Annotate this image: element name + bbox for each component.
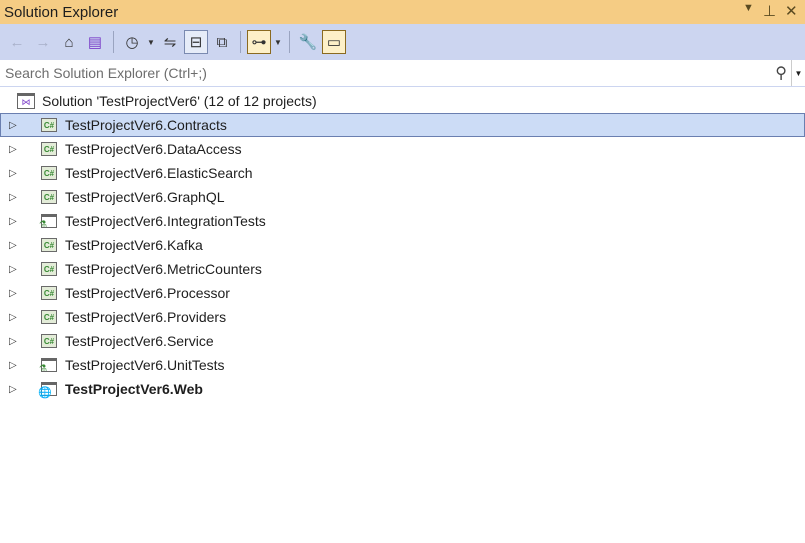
project-label: TestProjectVer6.Processor: [65, 285, 230, 301]
search-icon[interactable]: ⚲: [775, 63, 787, 83]
expand-arrow-icon[interactable]: ▷: [9, 288, 23, 299]
solution-tree: ⋈ Solution 'TestProjectVer6' (12 of 12 p…: [0, 87, 805, 401]
project-node[interactable]: ▷ C# TestProjectVer6.ElasticSearch: [0, 161, 805, 185]
preview-selected-items-button[interactable]: ▭: [322, 30, 346, 54]
project-label: TestProjectVer6.DataAccess: [65, 141, 242, 157]
test-project-icon: ⚗: [39, 213, 58, 229]
separator: [113, 31, 114, 53]
project-node[interactable]: ▷ 🌐 TestProjectVer6.Web: [0, 377, 805, 401]
search-input[interactable]: [0, 65, 760, 81]
expand-arrow-icon[interactable]: ▷: [9, 144, 23, 155]
title-bar: Solution Explorer ▼ ⊥ ✕: [0, 0, 805, 24]
csharp-project-icon: C#: [40, 285, 58, 301]
project-node[interactable]: ▷ C# TestProjectVer6.GraphQL: [0, 185, 805, 209]
project-node[interactable]: ▷ C# TestProjectVer6.DataAccess: [0, 137, 805, 161]
toolbar: ← → ⌂ ▤ ◷ ▼ ⇋ ⊟ ⧉ ⊶ ▼ 🔧 ▭: [0, 24, 805, 60]
back-button[interactable]: ←: [5, 30, 29, 54]
chevron-down-icon[interactable]: ▼: [273, 38, 283, 47]
solution-icon: ⋈: [17, 93, 35, 109]
project-node[interactable]: ▷ C# TestProjectVer6.MetricCounters: [0, 257, 805, 281]
project-label: TestProjectVer6.ElasticSearch: [65, 165, 253, 181]
project-label: TestProjectVer6.IntegrationTests: [65, 213, 266, 229]
project-node[interactable]: ▷ C# TestProjectVer6.Providers: [0, 305, 805, 329]
separator: [240, 31, 241, 53]
expand-arrow-icon[interactable]: ▷: [9, 120, 23, 131]
project-label: TestProjectVer6.UnitTests: [65, 357, 225, 373]
forward-button[interactable]: →: [31, 30, 55, 54]
project-label: TestProjectVer6.Service: [65, 333, 214, 349]
class-view-button[interactable]: ⊶: [247, 30, 271, 54]
solution-label: Solution 'TestProjectVer6' (12 of 12 pro…: [42, 93, 317, 109]
expand-arrow-icon[interactable]: ▷: [9, 336, 23, 347]
csharp-project-icon: C#: [40, 189, 58, 205]
search-options-dropdown[interactable]: ▼: [791, 60, 805, 86]
home-button[interactable]: ⌂: [57, 30, 81, 54]
panel-title: Solution Explorer: [4, 3, 119, 21]
web-project-icon: 🌐: [38, 381, 58, 399]
close-icon[interactable]: ✕: [785, 2, 798, 20]
chevron-down-icon[interactable]: ▼: [146, 38, 156, 47]
project-label: TestProjectVer6.Contracts: [65, 117, 227, 133]
solution-node[interactable]: ⋈ Solution 'TestProjectVer6' (12 of 12 p…: [0, 89, 805, 113]
csharp-project-icon: C#: [40, 261, 58, 277]
project-label: TestProjectVer6.MetricCounters: [65, 261, 262, 277]
csharp-project-icon: C#: [40, 309, 58, 325]
csharp-project-icon: C#: [40, 333, 58, 349]
project-label: TestProjectVer6.GraphQL: [65, 189, 225, 205]
properties-button[interactable]: 🔧: [296, 30, 320, 54]
project-node[interactable]: ▷ C# TestProjectVer6.Processor: [0, 281, 805, 305]
csharp-project-icon: C#: [40, 237, 58, 253]
expand-arrow-icon[interactable]: ▷: [9, 360, 23, 371]
project-node[interactable]: ▷ ⚗ TestProjectVer6.UnitTests: [0, 353, 805, 377]
collapse-all-button[interactable]: ⊟: [184, 30, 208, 54]
expand-arrow-icon[interactable]: ▷: [9, 312, 23, 323]
expand-arrow-icon[interactable]: ▷: [9, 264, 23, 275]
project-label: TestProjectVer6.Providers: [65, 309, 227, 325]
search-box: ⚲ ▼: [0, 60, 805, 87]
window-dropdown-icon[interactable]: ▼: [743, 2, 754, 14]
expand-arrow-icon[interactable]: ▷: [9, 240, 23, 251]
test-project-icon: ⚗: [39, 357, 58, 373]
separator: [289, 31, 290, 53]
pending-changes-filter-button[interactable]: ◷: [120, 30, 144, 54]
switch-views-button[interactable]: ▤: [83, 30, 107, 54]
csharp-project-icon: C#: [40, 165, 58, 181]
pin-icon[interactable]: ⊥: [763, 2, 776, 20]
expand-arrow-icon[interactable]: ▷: [9, 216, 23, 227]
csharp-project-icon: C#: [40, 141, 58, 157]
expand-arrow-icon[interactable]: ▷: [9, 192, 23, 203]
show-all-files-button[interactable]: ⧉: [210, 30, 234, 54]
project-node[interactable]: ▷ ⚗ TestProjectVer6.IntegrationTests: [0, 209, 805, 233]
project-label: TestProjectVer6.Kafka: [65, 237, 203, 253]
sync-with-document-button[interactable]: ⇋: [158, 30, 182, 54]
csharp-project-icon: C#: [40, 117, 58, 133]
expand-arrow-icon[interactable]: ▷: [9, 168, 23, 179]
project-node[interactable]: ▷ C# TestProjectVer6.Contracts: [0, 113, 805, 137]
expand-arrow-icon[interactable]: ▷: [9, 384, 23, 395]
project-node[interactable]: ▷ C# TestProjectVer6.Kafka: [0, 233, 805, 257]
project-label: TestProjectVer6.Web: [65, 381, 203, 397]
project-node[interactable]: ▷ C# TestProjectVer6.Service: [0, 329, 805, 353]
